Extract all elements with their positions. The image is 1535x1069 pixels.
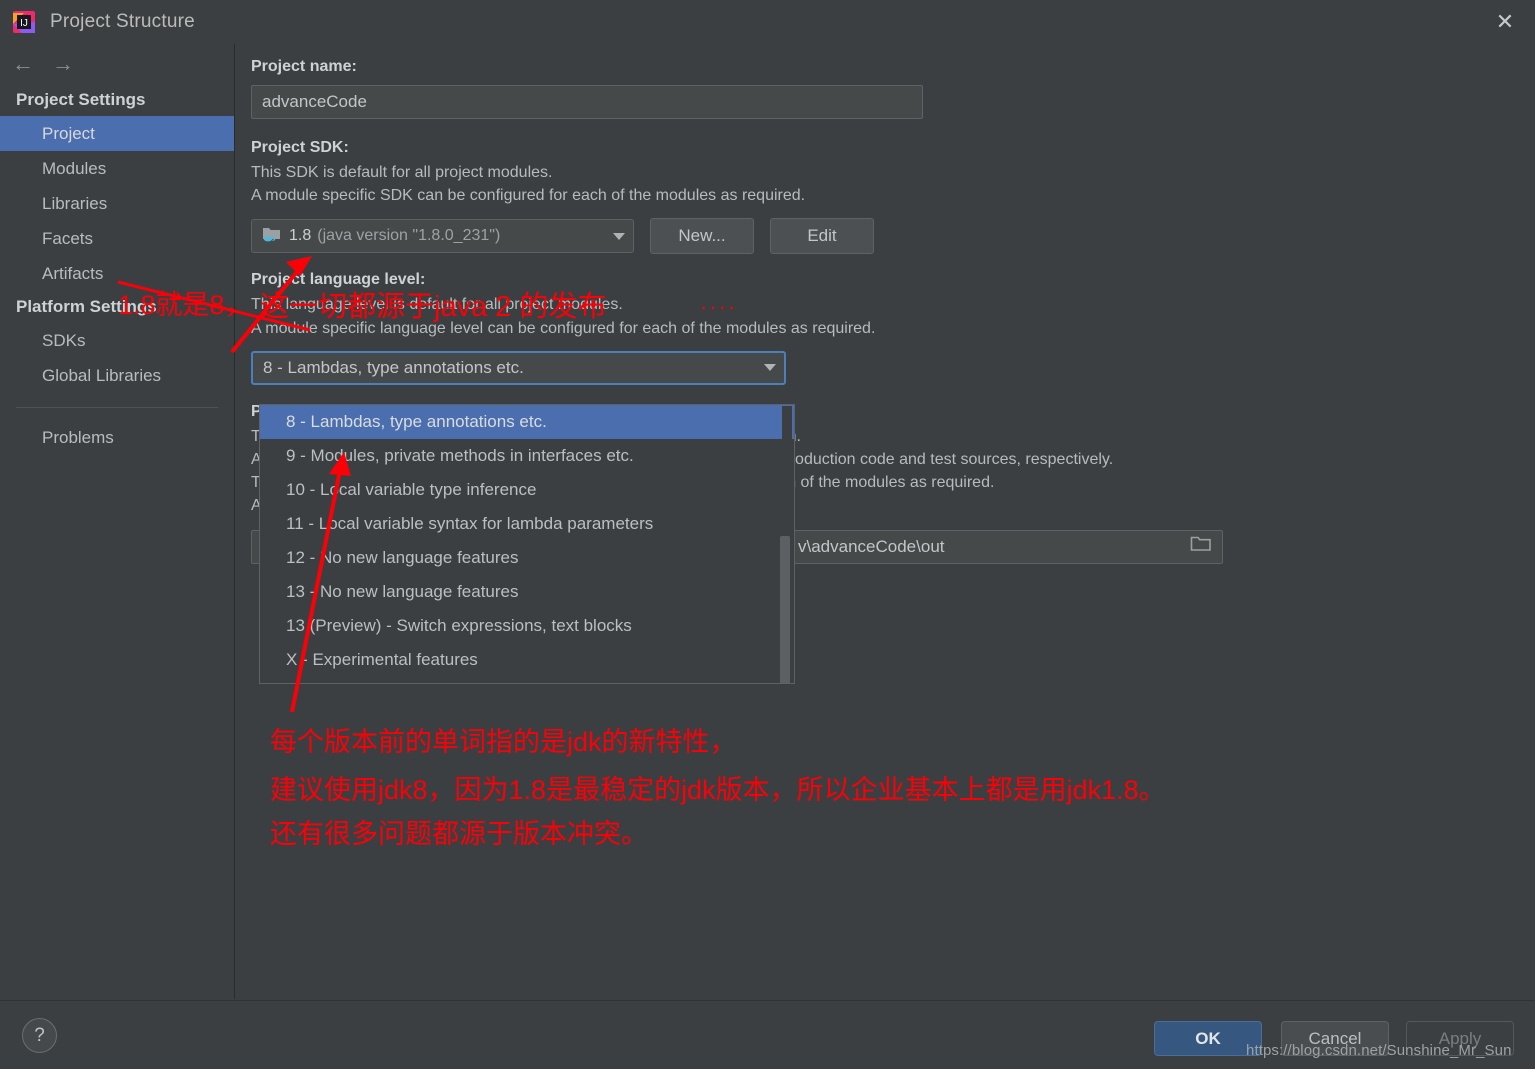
project-structure-dialog: IJ Project Structure ✕ ← → Project Setti…: [0, 0, 1535, 1069]
java-folder-icon: [262, 225, 281, 247]
dropdown-option-label: 11 - Local variable syntax for lambda pa…: [286, 514, 654, 533]
project-sdk-desc-line1: This SDK is default for all project modu…: [251, 164, 553, 181]
sidebar-item-label: Artifacts: [42, 263, 104, 283]
watermark: https://blog.csdn.net/Sunshine_Mr_Sun: [1246, 1042, 1512, 1059]
sidebar-group-platform-settings: Platform Settings: [16, 297, 157, 316]
sidebar-item-label: Facets: [42, 228, 94, 248]
chevron-down-icon[interactable]: [764, 364, 776, 372]
project-name-value: advanceCode: [262, 92, 367, 111]
dropdown-option-12[interactable]: 12 - No new language features: [260, 541, 794, 575]
desc-tail: each of the modules as required.: [761, 474, 995, 492]
project-sdk-combobox[interactable]: 1.8 (java version "1.8.0_231"): [251, 219, 634, 254]
dropdown-option-11[interactable]: 11 - Local variable syntax for lambda pa…: [260, 507, 794, 541]
window-title: Project Structure: [50, 11, 195, 32]
ok-label: OK: [1195, 1028, 1221, 1048]
sidebar-item-project[interactable]: Project: [0, 116, 234, 151]
sidebar-item-label: Global Libraries: [42, 365, 162, 385]
project-sdk-name: 1.8: [289, 227, 312, 245]
sdk-edit-button[interactable]: Edit: [770, 218, 874, 255]
title-bar: IJ Project Structure ✕: [0, 0, 1535, 44]
language-level-value: 8 - Lambdas, type annotations etc.: [263, 357, 524, 377]
dropdown-option-label: X - Experimental features: [286, 650, 478, 669]
sidebar-item-modules[interactable]: Modules: [0, 151, 234, 186]
dropdown-scrollbar-track[interactable]: [780, 406, 792, 683]
sidebar-item-problems[interactable]: Problems: [0, 420, 234, 455]
arrow-left-icon[interactable]: ←: [12, 53, 34, 75]
language-level-desc-line2: A module specific language level can be …: [251, 319, 876, 337]
sidebar-item-sdks[interactable]: SDKs: [0, 323, 234, 358]
settings-sidebar: ← → Project Settings Project Modules Lib…: [0, 44, 235, 999]
dropdown-option-x[interactable]: X - Experimental features: [260, 643, 794, 677]
sidebar-item-label: Libraries: [42, 193, 108, 213]
project-name-input[interactable]: advanceCode: [251, 85, 923, 119]
project-sdk-detail: (java version "1.8.0_231"): [317, 227, 501, 245]
dropdown-scrollbar-thumb[interactable]: [780, 536, 790, 683]
chevron-down-icon[interactable]: [613, 232, 625, 240]
sidebar-item-label: Modules: [42, 158, 107, 178]
sidebar-item-label: Project: [42, 123, 95, 143]
help-question-icon[interactable]: ?: [22, 1018, 57, 1053]
dropdown-option-9[interactable]: 9 - Modules, private methods in interfac…: [260, 439, 794, 473]
dropdown-option-label: 9 - Modules, private methods in interfac…: [286, 446, 634, 465]
sidebar-item-label: Problems: [42, 427, 114, 447]
dropdown-option-label: 13 - No new language features: [286, 582, 519, 601]
project-language-level-label: Project language level:: [251, 271, 426, 289]
language-level-desc-line1: This language level is default for all p…: [251, 296, 623, 314]
sidebar-item-global-libraries[interactable]: Global Libraries: [0, 358, 234, 393]
svg-text:IJ: IJ: [20, 18, 28, 29]
sidebar-group-project-settings: Project Settings: [16, 90, 146, 109]
project-language-level-combobox[interactable]: 8 - Lambdas, type annotations etc.: [251, 350, 786, 385]
sdk-new-label: New...: [678, 226, 726, 246]
close-icon[interactable]: ✕: [1475, 0, 1535, 44]
sidebar-item-libraries[interactable]: Libraries: [0, 186, 234, 221]
project-sdk-desc-line2: A module specific SDK can be configured …: [251, 187, 806, 205]
project-name-label: Project name:: [251, 58, 357, 75]
dropdown-option-label: 8 - Lambdas, type annotations etc.: [286, 412, 547, 431]
dropdown-option-8[interactable]: 8 - Lambdas, type annotations etc.: [260, 405, 794, 439]
sidebar-item-artifacts[interactable]: Artifacts: [0, 256, 234, 291]
dropdown-option-label: 10 - Local variable type inference: [286, 480, 537, 499]
dropdown-option-10[interactable]: 10 - Local variable type inference: [260, 473, 794, 507]
sidebar-item-label: SDKs: [42, 330, 86, 350]
sdk-new-button[interactable]: New...: [650, 218, 754, 255]
project-sdk-label: Project SDK:: [251, 139, 349, 156]
sidebar-item-facets[interactable]: Facets: [0, 221, 234, 256]
dropdown-option-13-preview[interactable]: 13 (Preview) - Switch expressions, text …: [260, 609, 794, 643]
language-level-dropdown-popup[interactable]: 8 - Lambdas, type annotations etc. 9 - M…: [259, 404, 795, 684]
nav-history-controls: ← →: [0, 44, 234, 84]
intellij-idea-icon: IJ: [12, 10, 36, 34]
desc-tail: for production code and test sources, re…: [757, 450, 1114, 468]
arrow-right-icon[interactable]: →: [52, 53, 74, 75]
sdk-edit-label: Edit: [807, 226, 837, 246]
compiler-output-path-value: v\advanceCode\out: [798, 536, 945, 556]
sidebar-divider: [16, 407, 218, 408]
dropdown-option-13[interactable]: 13 - No new language features: [260, 575, 794, 609]
dropdown-option-label: 13 (Preview) - Switch expressions, text …: [286, 616, 632, 635]
folder-open-icon[interactable]: [1190, 535, 1212, 558]
dropdown-option-label: 12 - No new language features: [286, 548, 519, 567]
project-sdk-row: 1.8 (java version "1.8.0_231") New... Ed…: [251, 218, 1535, 255]
